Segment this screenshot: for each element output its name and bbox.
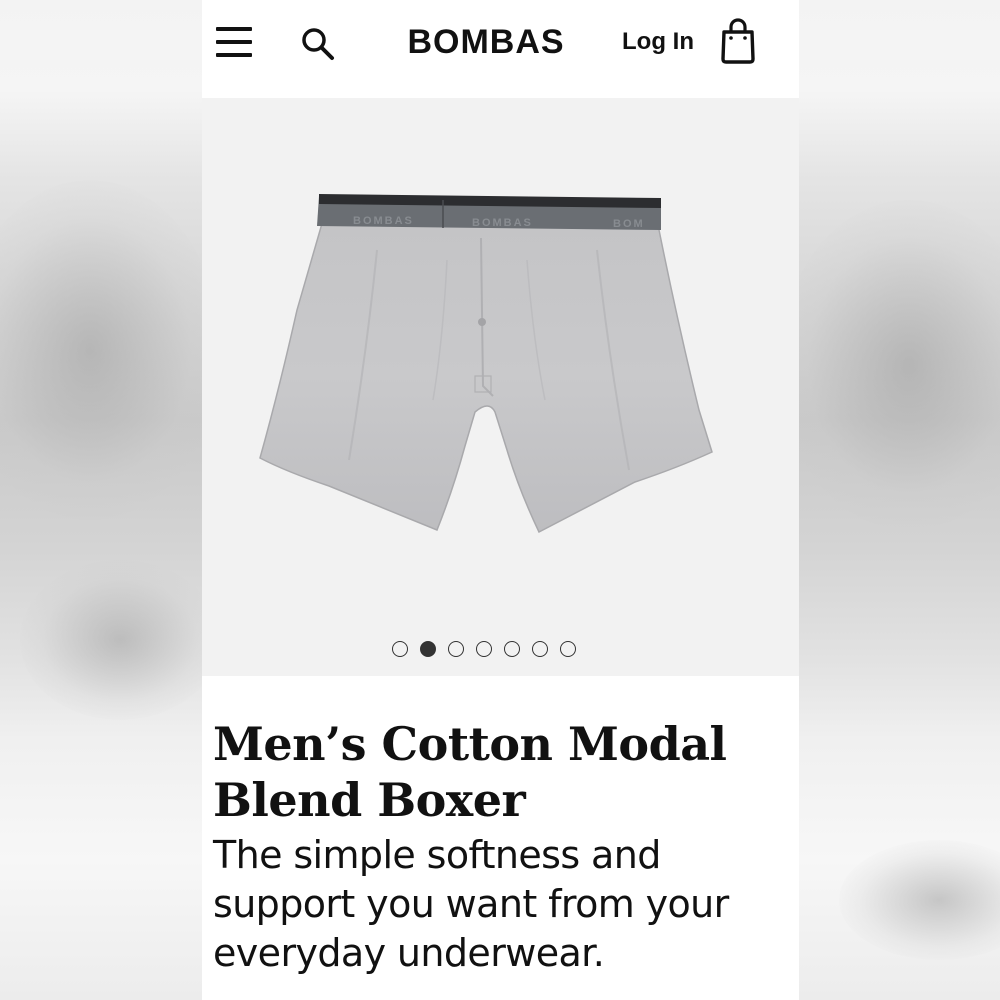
product-image-boxer: BOMBAS BOMBAS BOM (257, 190, 717, 540)
carousel-dot[interactable] (476, 641, 492, 657)
product-image-carousel[interactable]: BOMBAS BOMBAS BOM (202, 98, 799, 676)
carousel-dot-active[interactable] (420, 641, 436, 657)
carousel-dot[interactable] (532, 641, 548, 657)
svg-text:BOM: BOM (613, 218, 645, 230)
product-description: The simple softness and support you want… (213, 833, 729, 975)
svg-text:BOMBAS: BOMBAS (472, 217, 533, 229)
brand-logo[interactable]: BOMBAS (400, 22, 572, 62)
search-icon[interactable] (298, 24, 338, 64)
hamburger-menu-icon[interactable] (216, 27, 252, 57)
shopping-bag-icon[interactable] (720, 18, 756, 64)
blurred-backdrop-left (0, 0, 220, 1000)
login-link[interactable]: Log In (622, 26, 694, 58)
top-navigation-bar: BOMBAS Log In (202, 0, 799, 98)
product-title: Men’s Cotton Modal Blend Boxer (213, 717, 727, 827)
carousel-dot[interactable] (560, 641, 576, 657)
svg-text:BOMBAS: BOMBAS (353, 215, 414, 227)
mobile-page: BOMBAS Log In BOMBAS BOMBAS BOM Men’s Co… (202, 0, 799, 1000)
blurred-backdrop-right (779, 0, 1000, 1000)
carousel-pagination (392, 641, 582, 657)
carousel-dot[interactable] (448, 641, 464, 657)
carousel-dot[interactable] (504, 641, 520, 657)
carousel-dot[interactable] (392, 641, 408, 657)
